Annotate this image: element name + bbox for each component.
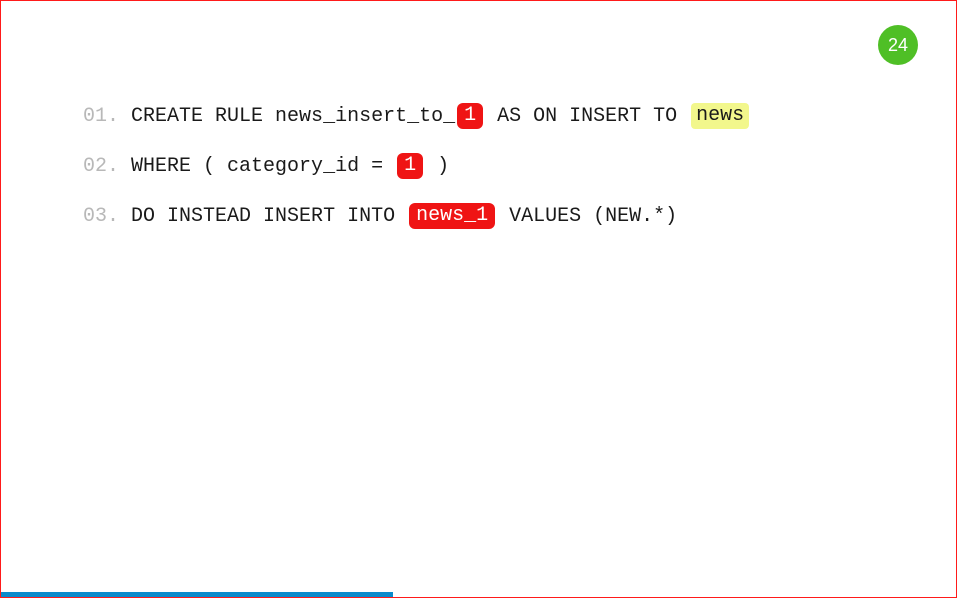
- code-line-2: 02. WHERE ( category_id = 1 ): [83, 153, 751, 179]
- code-seg: VALUES (NEW.*): [497, 205, 677, 228]
- highlight-red: 1: [457, 103, 483, 129]
- line-dot: .: [107, 155, 131, 178]
- line-number: 03: [83, 205, 107, 228]
- code-seg: ): [425, 155, 449, 178]
- code-block: 01. CREATE RULE news_insert_to_1 AS ON I…: [83, 103, 751, 253]
- code-line-1: 01. CREATE RULE news_insert_to_1 AS ON I…: [83, 103, 751, 129]
- line-dot: .: [107, 205, 131, 228]
- line-dot: .: [107, 105, 131, 128]
- line-number: 01: [83, 105, 107, 128]
- code-line-3: 03. DO INSTEAD INSERT INTO news_1 VALUES…: [83, 203, 751, 229]
- highlight-red: 1: [397, 153, 423, 179]
- slide: 24 01. CREATE RULE news_insert_to_1 AS O…: [0, 0, 957, 598]
- highlight-yellow: news: [691, 103, 749, 129]
- page-number-badge: 24: [878, 25, 918, 65]
- code-seg: AS ON INSERT TO: [485, 105, 689, 128]
- progress-bar: [1, 592, 393, 597]
- line-number: 02: [83, 155, 107, 178]
- highlight-red: news_1: [409, 203, 495, 229]
- code-seg: CREATE RULE news_insert_to_: [131, 105, 455, 128]
- code-seg: WHERE ( category_id =: [131, 155, 395, 178]
- code-seg: DO INSTEAD INSERT INTO: [131, 205, 407, 228]
